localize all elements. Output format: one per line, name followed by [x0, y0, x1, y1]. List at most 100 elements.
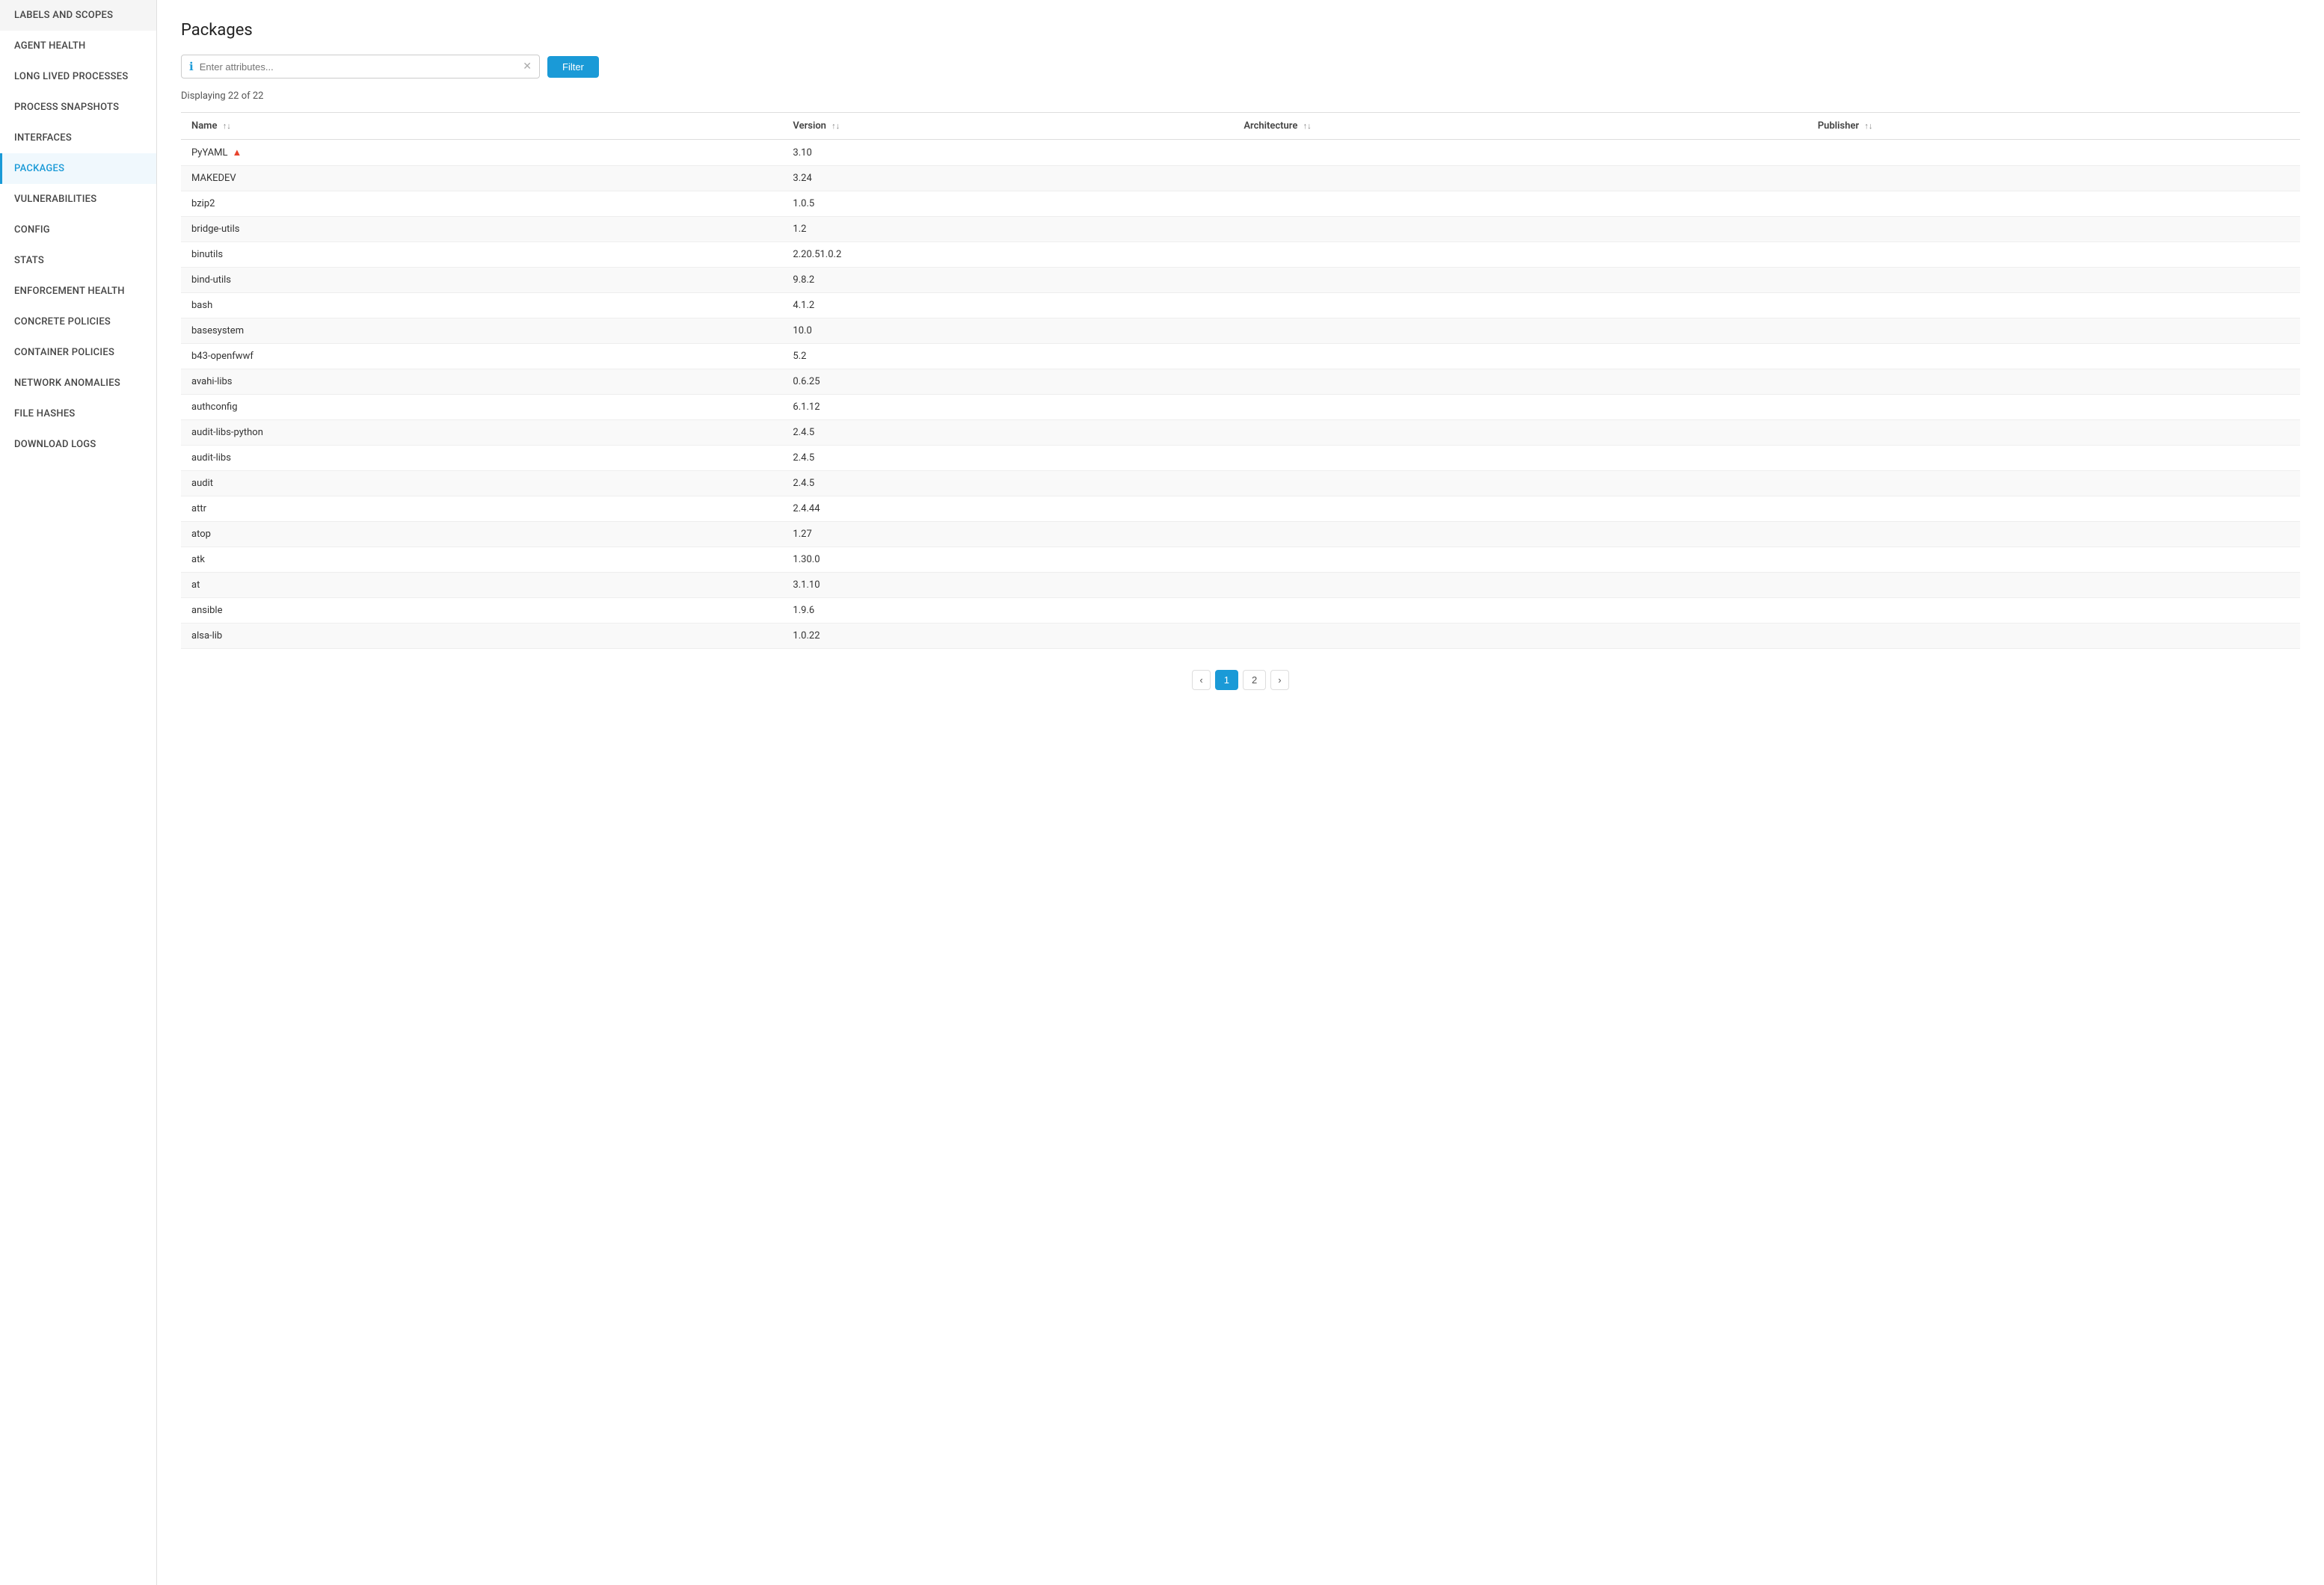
col-header-version[interactable]: Version ↑↓ [782, 113, 1233, 140]
filter-button[interactable]: Filter [547, 56, 599, 78]
package-architecture [1233, 420, 1807, 446]
sidebar-item-vulnerabilities[interactable]: VULNERABILITIES [0, 184, 156, 215]
package-publisher [1807, 496, 2300, 522]
sidebar-item-file-hashes[interactable]: FILE HASHES [0, 398, 156, 429]
package-version: 5.2 [782, 344, 1233, 369]
package-name: bzip2 [181, 191, 782, 217]
sidebar-item-packages[interactable]: PACKAGES [0, 153, 156, 184]
package-name: bash [181, 293, 782, 318]
package-name: audit-libs-python [181, 420, 782, 446]
packages-table: Name ↑↓Version ↑↓Architecture ↑↓Publishe… [181, 112, 2300, 649]
package-version: 1.30.0 [782, 547, 1233, 573]
package-architecture [1233, 496, 1807, 522]
package-publisher [1807, 268, 2300, 293]
package-publisher [1807, 420, 2300, 446]
package-name: b43-openfwwf [181, 344, 782, 369]
sidebar-item-agent-health[interactable]: AGENT HEALTH [0, 31, 156, 61]
package-publisher [1807, 318, 2300, 344]
table-row[interactable]: bash4.1.2 [181, 293, 2300, 318]
table-row[interactable]: MAKEDEV3.24 [181, 166, 2300, 191]
sidebar-item-config[interactable]: CONFIG [0, 215, 156, 245]
sidebar-item-concrete-policies[interactable]: CONCRETE POLICIES [0, 307, 156, 337]
table-row[interactable]: b43-openfwwf5.2 [181, 344, 2300, 369]
warning-icon: ▲ [233, 147, 242, 158]
col-header-publisher[interactable]: Publisher ↑↓ [1807, 113, 2300, 140]
package-publisher [1807, 293, 2300, 318]
table-row[interactable]: alsa-lib1.0.22 [181, 624, 2300, 649]
sort-icon-name: ↑↓ [223, 121, 231, 131]
package-architecture [1233, 318, 1807, 344]
package-name: binutils [181, 242, 782, 268]
sidebar-item-interfaces[interactable]: INTERFACES [0, 123, 156, 153]
pagination-page-2[interactable]: 2 [1243, 670, 1266, 690]
sidebar-item-process-snapshots[interactable]: PROCESS SNAPSHOTS [0, 92, 156, 123]
package-architecture [1233, 191, 1807, 217]
package-name: attr [181, 496, 782, 522]
sort-icon-architecture: ↑↓ [1303, 121, 1312, 131]
table-row[interactable]: audit-libs2.4.5 [181, 446, 2300, 471]
table-row[interactable]: binutils2.20.51.0.2 [181, 242, 2300, 268]
package-architecture [1233, 369, 1807, 395]
table-row[interactable]: PyYAML▲3.10 [181, 140, 2300, 166]
package-name: audit-libs [181, 446, 782, 471]
filter-bar: ℹ ✕ Filter [181, 55, 2300, 79]
package-name: basesystem [181, 318, 782, 344]
package-architecture [1233, 217, 1807, 242]
col-header-architecture[interactable]: Architecture ↑↓ [1233, 113, 1807, 140]
table-row[interactable]: at3.1.10 [181, 573, 2300, 598]
package-architecture [1233, 268, 1807, 293]
package-name: PyYAML▲ [181, 140, 782, 166]
package-publisher [1807, 522, 2300, 547]
table-row[interactable]: bzip21.0.5 [181, 191, 2300, 217]
pagination: ‹12› [181, 670, 2300, 690]
package-version: 2.4.5 [782, 446, 1233, 471]
display-count: Displaying 22 of 22 [181, 90, 2300, 102]
package-name: atop [181, 522, 782, 547]
info-icon: ℹ [189, 60, 194, 73]
table-row[interactable]: basesystem10.0 [181, 318, 2300, 344]
package-name: bind-utils [181, 268, 782, 293]
sidebar-item-labels-and-scopes[interactable]: LABELS AND SCOPES [0, 0, 156, 31]
table-header-row: Name ↑↓Version ↑↓Architecture ↑↓Publishe… [181, 113, 2300, 140]
clear-icon[interactable]: ✕ [523, 61, 532, 73]
col-header-name[interactable]: Name ↑↓ [181, 113, 782, 140]
package-publisher [1807, 369, 2300, 395]
table-body: PyYAML▲3.10MAKEDEV3.24bzip21.0.5bridge-u… [181, 140, 2300, 649]
sidebar-item-long-lived-processes[interactable]: LONG LIVED PROCESSES [0, 61, 156, 92]
main-content: Packages ℹ ✕ Filter Displaying 22 of 22 … [157, 0, 2324, 1585]
package-name: avahi-libs [181, 369, 782, 395]
table-row[interactable]: bridge-utils1.2 [181, 217, 2300, 242]
sidebar-item-enforcement-health[interactable]: ENFORCEMENT HEALTH [0, 276, 156, 307]
package-version: 3.24 [782, 166, 1233, 191]
package-version: 3.1.10 [782, 573, 1233, 598]
table-row[interactable]: attr2.4.44 [181, 496, 2300, 522]
pagination-prev[interactable]: ‹ [1192, 670, 1210, 690]
pagination-page-1[interactable]: 1 [1215, 670, 1238, 690]
package-publisher [1807, 547, 2300, 573]
sidebar-item-download-logs[interactable]: DOWNLOAD LOGS [0, 429, 156, 460]
table-row[interactable]: avahi-libs0.6.25 [181, 369, 2300, 395]
package-version: 9.8.2 [782, 268, 1233, 293]
filter-input[interactable] [200, 61, 523, 73]
table-row[interactable]: audit2.4.5 [181, 471, 2300, 496]
package-version: 6.1.12 [782, 395, 1233, 420]
page-title: Packages [181, 21, 2300, 40]
package-architecture [1233, 598, 1807, 624]
table-row[interactable]: authconfig6.1.12 [181, 395, 2300, 420]
package-name: audit [181, 471, 782, 496]
sidebar-item-network-anomalies[interactable]: NETWORK ANOMALIES [0, 368, 156, 398]
package-publisher [1807, 166, 2300, 191]
table-row[interactable]: audit-libs-python2.4.5 [181, 420, 2300, 446]
pagination-next[interactable]: › [1270, 670, 1288, 690]
table-row[interactable]: atop1.27 [181, 522, 2300, 547]
table-row[interactable]: ansible1.9.6 [181, 598, 2300, 624]
package-architecture [1233, 624, 1807, 649]
sort-icon-publisher: ↑↓ [1864, 121, 1872, 131]
sidebar-item-stats[interactable]: STATS [0, 245, 156, 276]
table-row[interactable]: atk1.30.0 [181, 547, 2300, 573]
package-architecture [1233, 395, 1807, 420]
table-row[interactable]: bind-utils9.8.2 [181, 268, 2300, 293]
package-version: 2.4.5 [782, 471, 1233, 496]
sidebar-item-container-policies[interactable]: CONTAINER POLICIES [0, 337, 156, 368]
package-name: atk [181, 547, 782, 573]
